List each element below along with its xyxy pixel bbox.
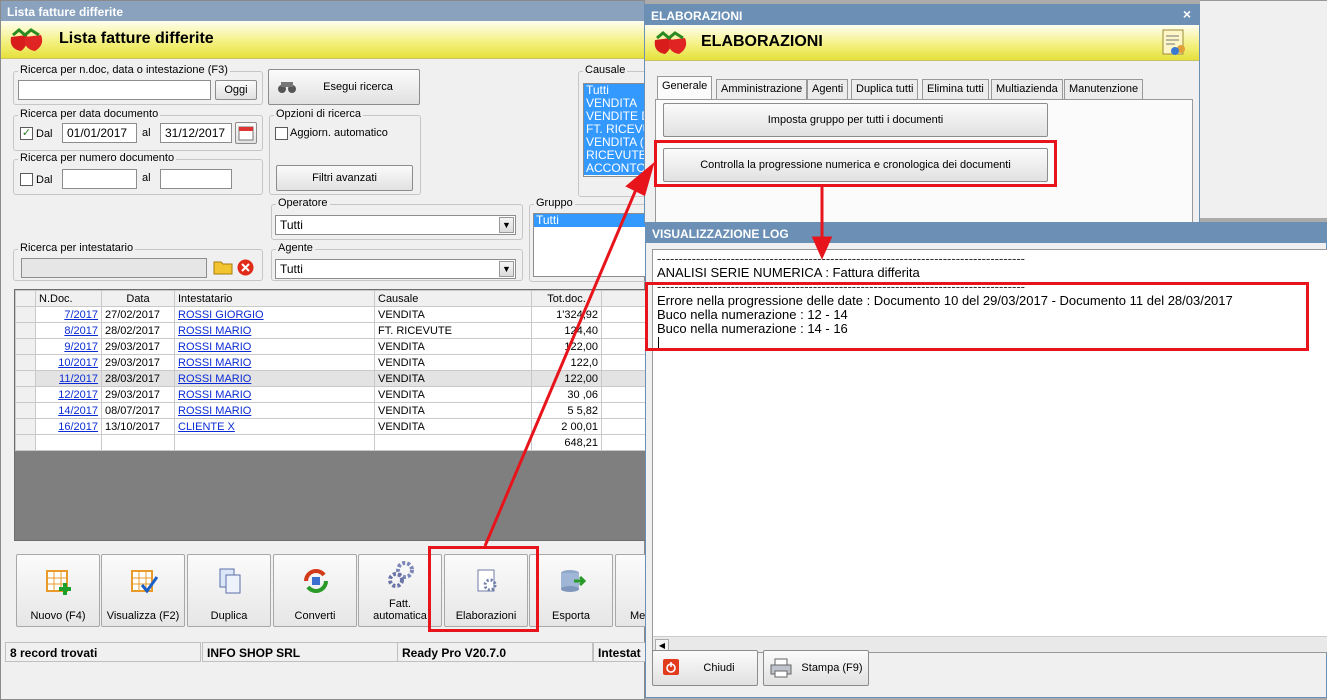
annotation-arrow-line (483, 179, 642, 547)
annotation-arrow-head (625, 161, 655, 197)
annotation-arrow-head (811, 236, 833, 260)
annotation-arrows (483, 161, 833, 547)
